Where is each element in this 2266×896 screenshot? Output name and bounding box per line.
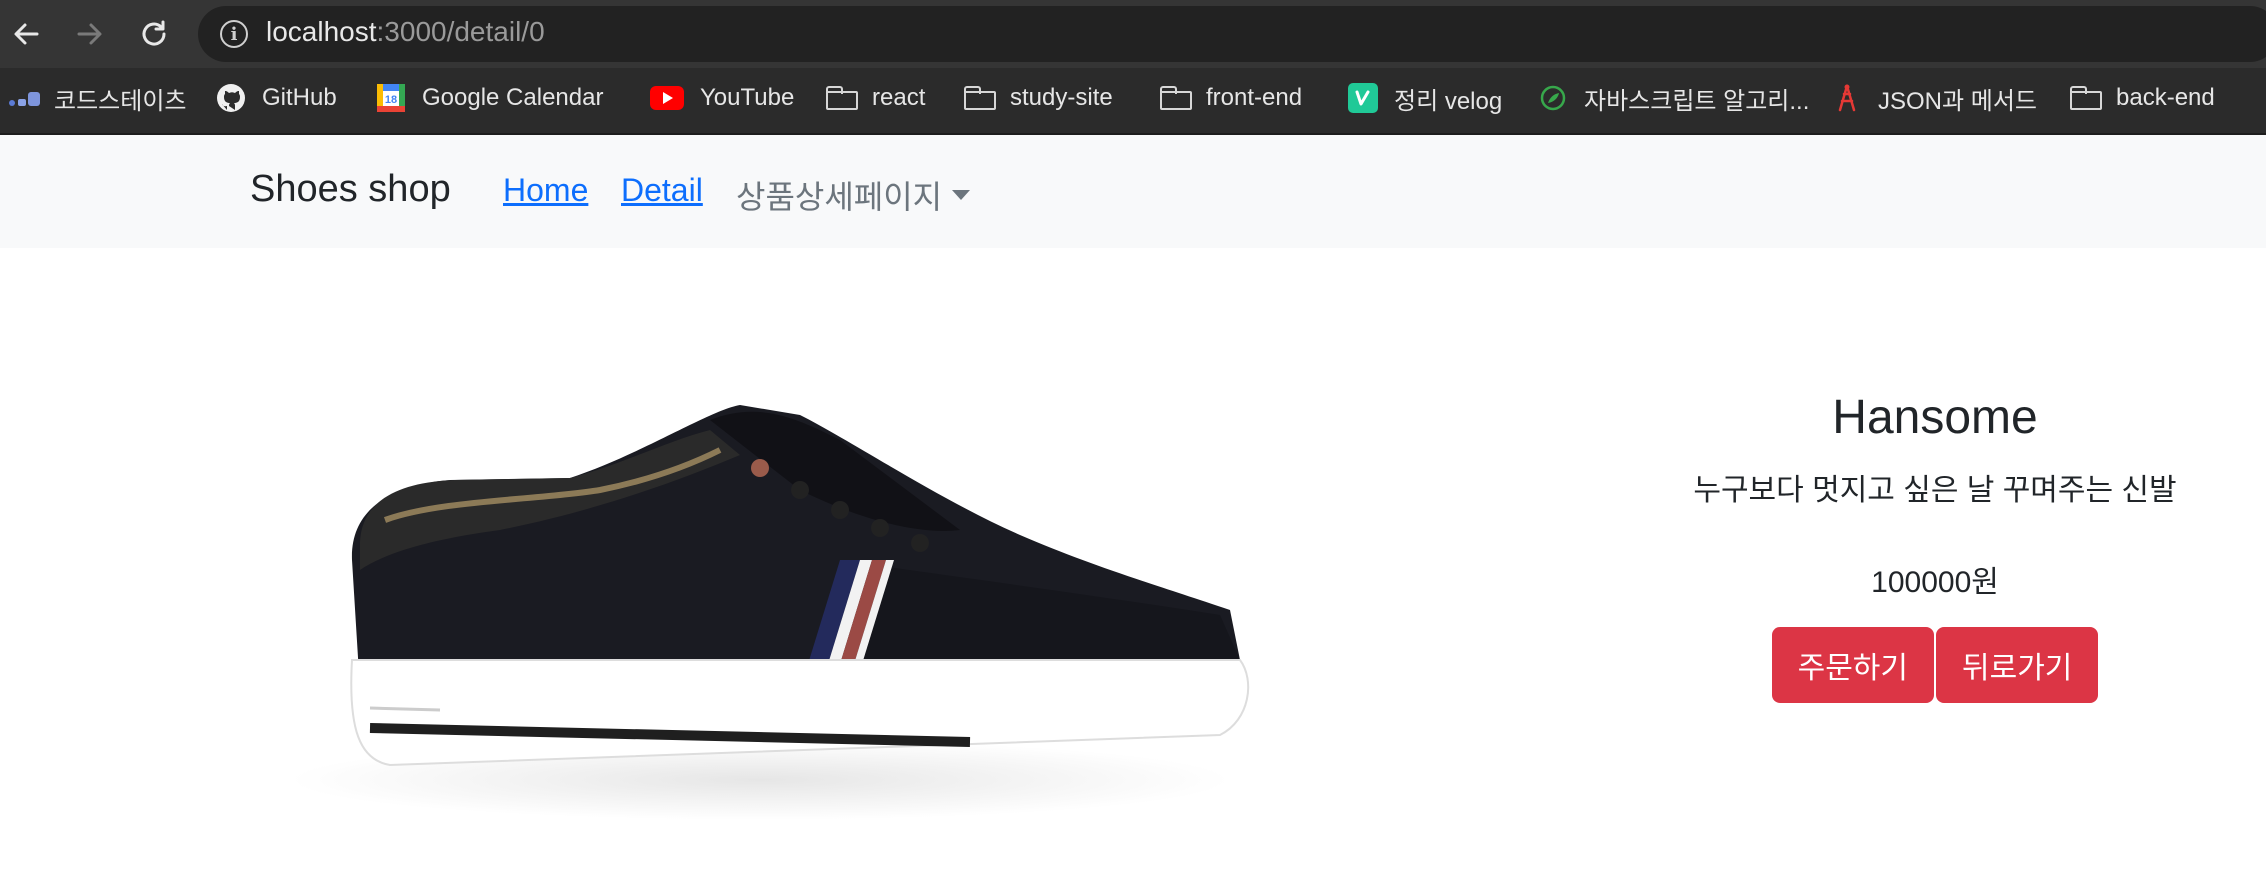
github-icon — [216, 83, 246, 113]
svg-text:18: 18 — [385, 94, 397, 106]
action-buttons: 주문하기 뒤로가기 — [1620, 627, 2250, 703]
reload-icon — [142, 20, 166, 46]
bookmark-velog[interactable]: 정리 velog — [1348, 80, 1502, 116]
bookmark-codestates[interactable]: 코드스테이츠 — [8, 80, 186, 116]
folder-icon — [826, 83, 858, 113]
bookmark-react[interactable]: react — [826, 80, 925, 116]
codestates-icon — [8, 83, 42, 113]
folder-icon — [964, 83, 996, 113]
arrow-right-icon — [77, 23, 102, 45]
product-detail: Hansome 누구보다 멋지고 싶은 날 꾸며주는 신발 100000원 주문… — [1620, 380, 2250, 703]
arrow-left-icon — [14, 23, 39, 45]
bookmark-back-end[interactable]: back-end — [2070, 80, 2215, 116]
order-button[interactable]: 주문하기 — [1771, 627, 1934, 703]
bookmark-youtube[interactable]: YouTube — [650, 80, 794, 116]
url-text[interactable]: localhost:3000/detail/0 — [266, 16, 545, 48]
nav-link-detail[interactable]: Detail — [621, 172, 703, 209]
youtube-icon — [650, 83, 684, 113]
back-button-page[interactable]: 뒤로가기 — [1936, 627, 2099, 703]
product-description: 누구보다 멋지고 싶은 날 꾸며주는 신발 — [1693, 474, 2177, 507]
product-title: Hansome — [1832, 391, 2038, 444]
product-price: 100000원 — [1871, 566, 1999, 599]
forward-button[interactable] — [70, 14, 110, 54]
leaf-icon — [1538, 83, 1568, 113]
info-icon[interactable]: i — [220, 20, 248, 48]
bookmark-javascript-algorithm[interactable]: 자바스크립트 알고리... — [1538, 80, 1809, 116]
folder-icon — [2070, 83, 2102, 113]
tower-icon — [1832, 83, 1862, 113]
google-calendar-icon: 18 — [376, 83, 406, 113]
nav-dropdown-label: 상품상세페이지 — [736, 179, 943, 215]
back-button[interactable] — [6, 14, 46, 54]
bookmark-study-site[interactable]: study-site — [964, 80, 1113, 116]
caret-down-icon — [952, 190, 971, 200]
folder-icon — [1160, 83, 1192, 113]
bookmark-front-end[interactable]: front-end — [1160, 80, 1302, 116]
bookmark-github[interactable]: GitHub — [216, 80, 337, 116]
navbar-brand[interactable]: Shoes shop — [250, 168, 451, 211]
product-image — [290, 405, 1250, 820]
bookmark-json-methods[interactable]: JSON과 메서드 — [1832, 80, 2037, 116]
bookmark-google-calendar[interactable]: 18 Google Calendar — [376, 80, 603, 116]
velog-icon — [1348, 83, 1378, 113]
nav-link-home[interactable]: Home — [503, 172, 588, 209]
nav-dropdown[interactable]: 상품상세페이지 — [736, 172, 971, 218]
reload-button[interactable] — [134, 14, 174, 54]
